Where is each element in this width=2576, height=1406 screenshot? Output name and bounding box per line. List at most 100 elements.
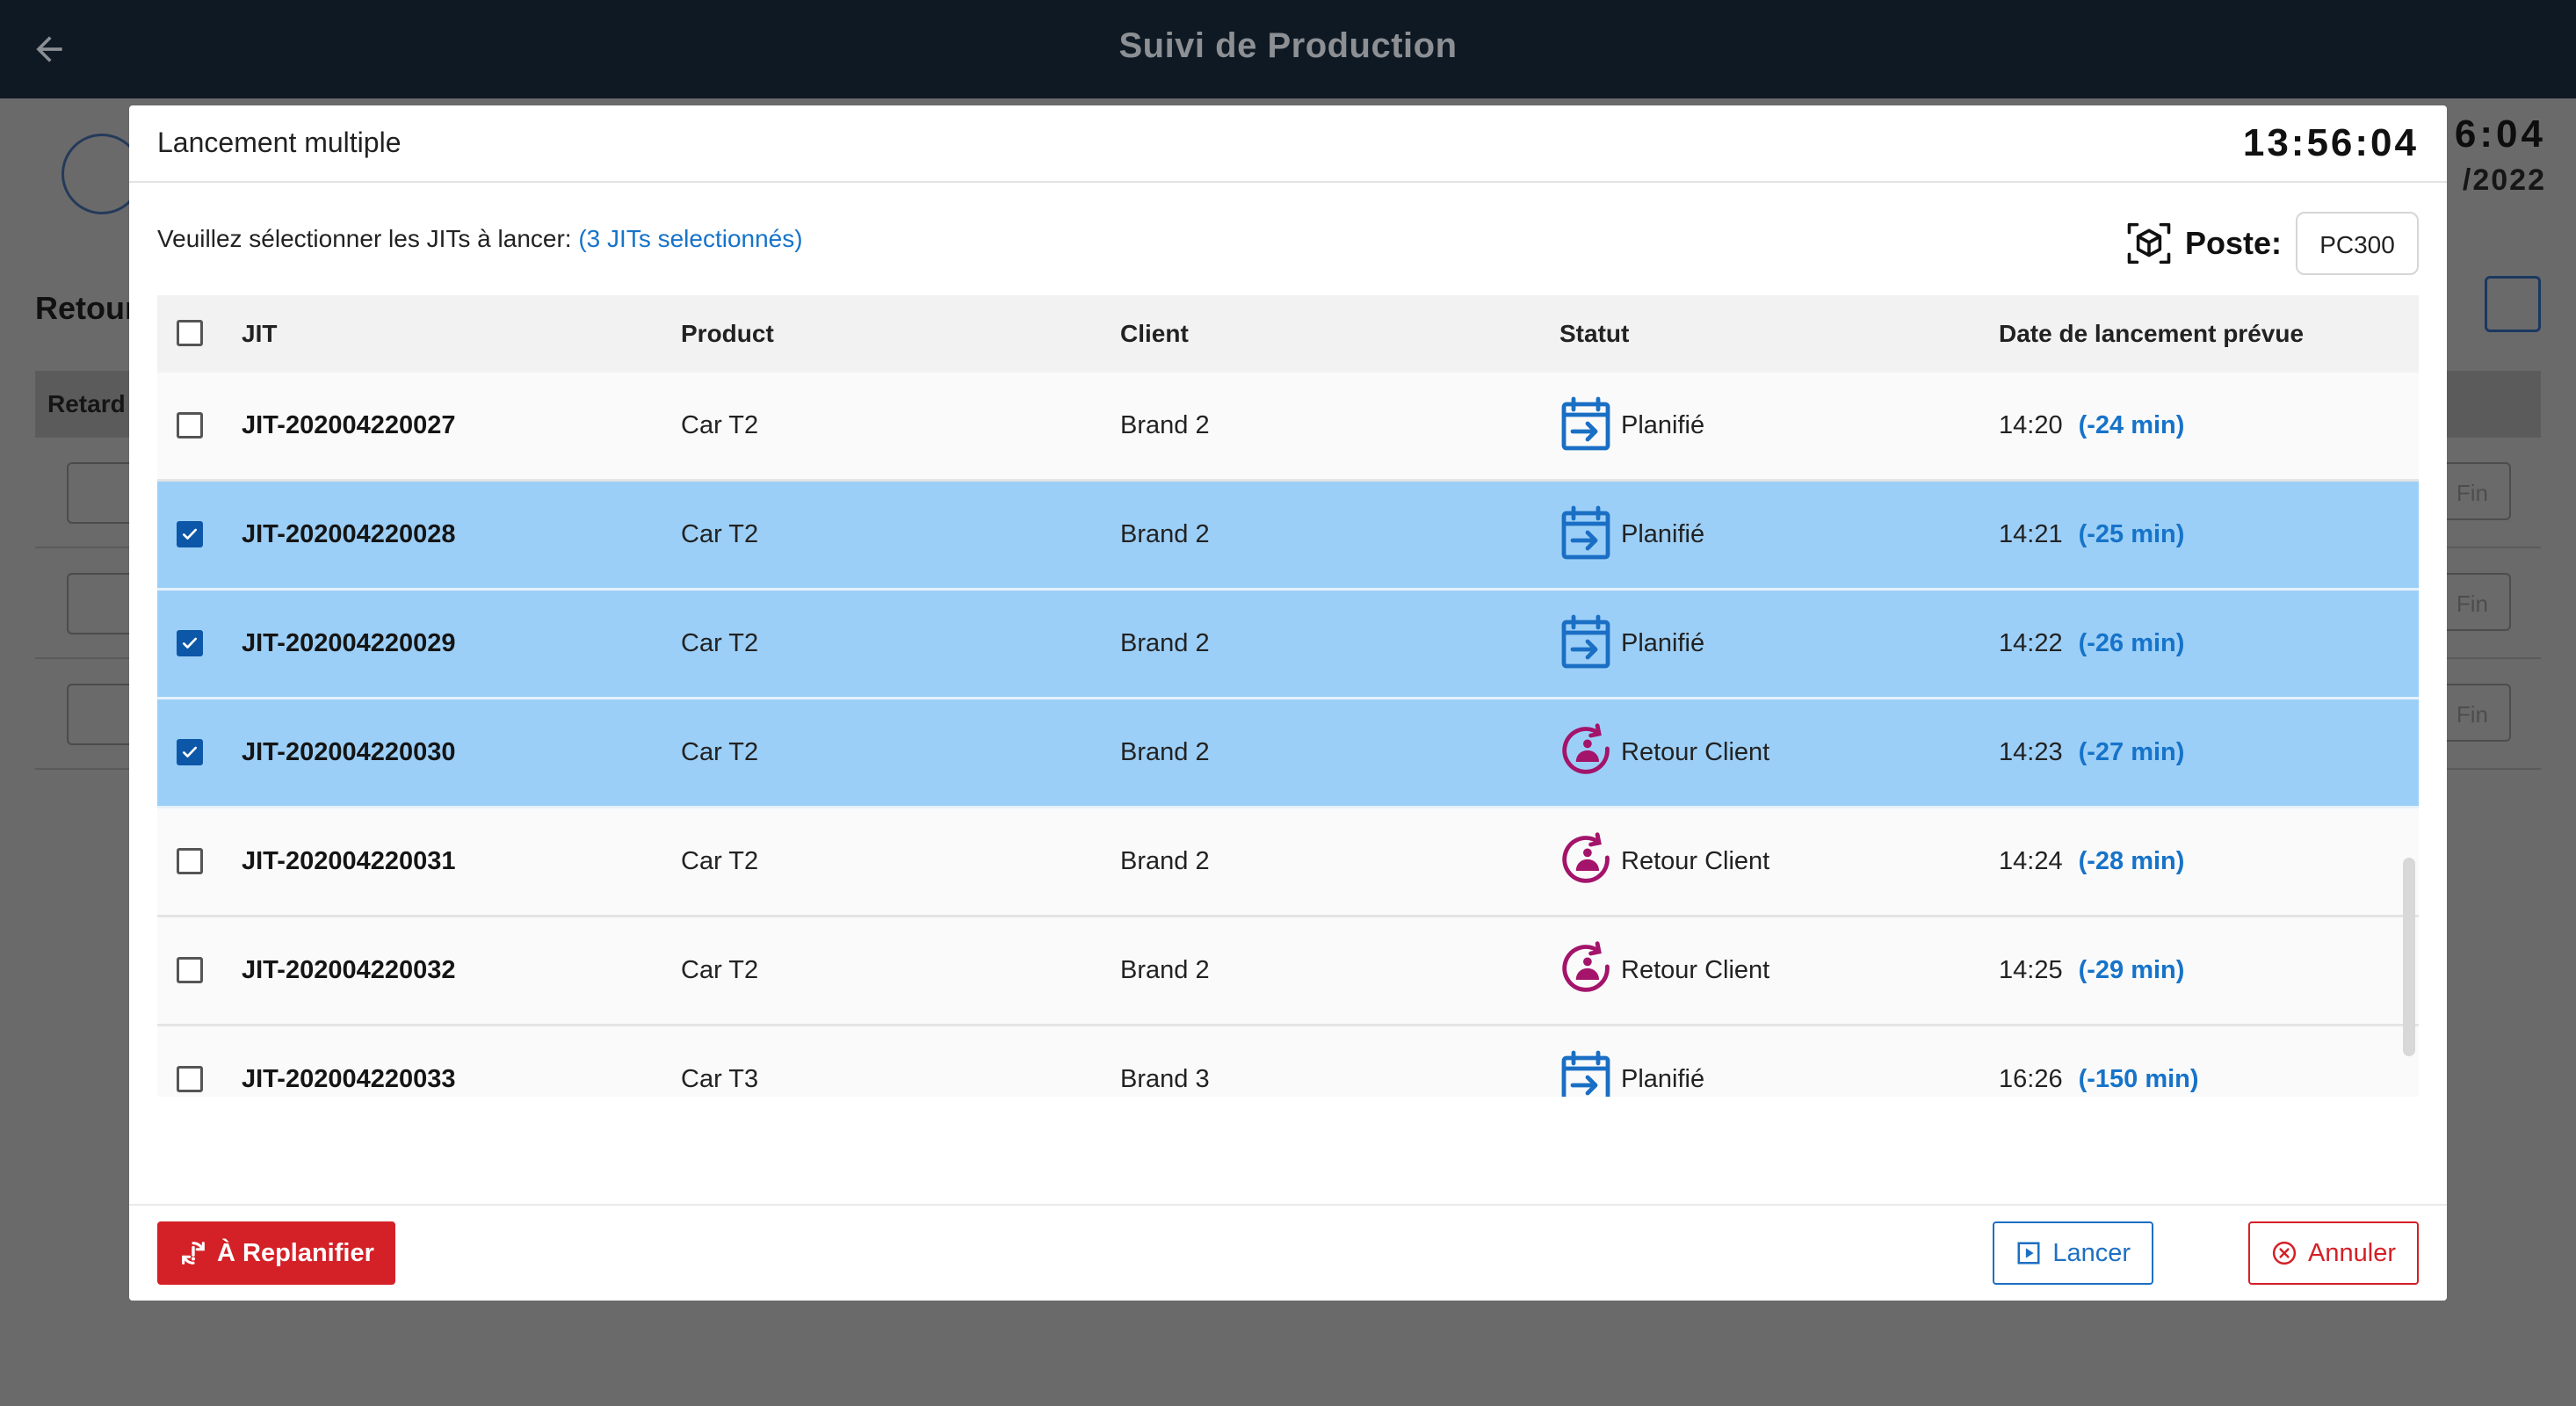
- poste-label: Poste:: [2184, 225, 2282, 261]
- status-label: Planifié: [1621, 629, 1705, 657]
- client-return-icon: [1559, 722, 1612, 777]
- row-checkbox[interactable]: [177, 630, 203, 656]
- column-header-launch-date[interactable]: Date de lancement prévue: [1999, 320, 2304, 348]
- row-checkbox[interactable]: [177, 1066, 203, 1092]
- background-column-label: Retard: [47, 390, 126, 417]
- client: Brand 3: [1120, 1065, 1210, 1093]
- launch-date: 16:26 (-150 min): [1999, 1065, 2199, 1094]
- calendar-arrow-icon: [1559, 504, 1612, 560]
- delay-badge: (-25 min): [2078, 520, 2185, 548]
- status-label: Planifié: [1621, 1065, 1705, 1093]
- launch-modal: Lancement multiple 13:56:04 Veuillez sél…: [129, 105, 2447, 1301]
- table-row[interactable]: JIT-202004220027 Car T2 Brand 2 Planifié 14:…: [157, 373, 2419, 482]
- modal-clock: 13:56:04: [2242, 121, 2419, 164]
- calendar-arrow-icon: [1559, 395, 1612, 451]
- product: Car T3: [681, 1065, 759, 1093]
- row-checkbox[interactable]: [177, 957, 203, 983]
- status-label: Planifié: [1621, 520, 1705, 548]
- workstation-cube-icon: [2127, 222, 2171, 265]
- table-header: JIT Product Client Statut Date de lancem…: [157, 295, 2419, 374]
- launch-date: 14:24 (-28 min): [1999, 847, 2184, 876]
- table-row[interactable]: JIT-202004220029 Car T2 Brand 2 Planifié 14:…: [157, 591, 2419, 699]
- launch-label: Lancer: [2052, 1238, 2131, 1267]
- launch-date: 14:21 (-25 min): [1999, 520, 2184, 549]
- launch-date: 14:25 (-29 min): [1999, 956, 2184, 985]
- client: Brand 2: [1120, 738, 1210, 766]
- table-row[interactable]: JIT-202004220033 Car T3 Brand 3 Planifié 16:…: [157, 1026, 2419, 1097]
- delay-badge: (-27 min): [2078, 738, 2185, 766]
- delay-badge: (-28 min): [2078, 847, 2185, 875]
- calendar-arrow-icon: [1559, 613, 1612, 669]
- modal-title: Lancement multiple: [157, 127, 402, 158]
- row-checkbox[interactable]: [177, 521, 203, 547]
- launch-time: 14:22: [1999, 629, 2063, 657]
- column-header-client[interactable]: Client: [1120, 320, 1189, 348]
- client: Brand 2: [1120, 520, 1210, 548]
- play-icon: [2017, 1242, 2040, 1265]
- product: Car T2: [681, 847, 759, 875]
- instructions-text: Veuillez sélectionner les JITs à lancer:: [157, 225, 572, 252]
- product: Car T2: [681, 520, 759, 548]
- replan-icon: [182, 1242, 205, 1265]
- cancel-button[interactable]: Annuler: [2248, 1221, 2419, 1285]
- product: Car T2: [681, 956, 759, 984]
- client-return-icon: [1559, 831, 1612, 886]
- column-header-jit[interactable]: JIT: [242, 320, 277, 348]
- replan-button[interactable]: À Replanifier: [157, 1221, 395, 1285]
- table-row[interactable]: JIT-202004220031 Car T2 Brand 2 Retour Clie…: [157, 808, 2419, 917]
- delay-badge: (-26 min): [2078, 629, 2185, 657]
- launch-button[interactable]: Lancer: [1993, 1221, 2153, 1285]
- launch-date: 14:23 (-27 min): [1999, 738, 2184, 767]
- poste-input[interactable]: PC300: [2296, 212, 2419, 275]
- status-label: Retour Client: [1621, 738, 1770, 766]
- row-checkbox[interactable]: [177, 739, 203, 765]
- selection-count: (3 JITs selectionnés): [578, 225, 803, 252]
- instructions: Veuillez sélectionner les JITs à lancer:…: [157, 225, 803, 253]
- launch-date: 14:20 (-24 min): [1999, 411, 2184, 440]
- app-title: Suivi de Production: [1118, 26, 1458, 65]
- table-row[interactable]: JIT-202004220028 Car T2 Brand 2 Planifié 14:…: [157, 482, 2419, 591]
- delay-badge: (-150 min): [2078, 1065, 2199, 1093]
- background-section-title: Retour: [35, 290, 137, 326]
- cancel-label: Annuler: [2308, 1238, 2396, 1267]
- status-label: Retour Client: [1621, 847, 1770, 875]
- launch-time: 14:23: [1999, 738, 2063, 766]
- jit-id: JIT-202004220029: [242, 629, 456, 657]
- client: Brand 2: [1120, 847, 1210, 875]
- modal-footer: À Replanifier Lancer Annuler: [129, 1204, 2447, 1301]
- column-header-product[interactable]: Product: [681, 320, 774, 348]
- launch-time: 14:24: [1999, 847, 2063, 875]
- jit-id: JIT-202004220032: [242, 956, 456, 984]
- jit-id: JIT-202004220027: [242, 411, 456, 439]
- product: Car T2: [681, 411, 759, 439]
- select-all-checkbox[interactable]: [177, 320, 203, 346]
- client: Brand 2: [1120, 629, 1210, 657]
- jit-id: JIT-202004220028: [242, 520, 456, 548]
- delay-badge: (-29 min): [2078, 956, 2185, 984]
- table-scrollbar[interactable]: [2403, 858, 2415, 1056]
- gear-icon[interactable]: [2485, 276, 2541, 332]
- jit-id: JIT-202004220033: [242, 1065, 456, 1093]
- jit-id: JIT-202004220030: [242, 738, 456, 766]
- modal-header: Lancement multiple 13:56:04: [129, 105, 2447, 183]
- row-checkbox[interactable]: [177, 848, 203, 874]
- status-label: Planifié: [1621, 411, 1705, 439]
- cancel-circle-icon: [2272, 1241, 2297, 1265]
- launch-time: 14:25: [1999, 956, 2063, 984]
- product: Car T2: [681, 738, 759, 766]
- launch-date: 14:22 (-26 min): [1999, 629, 2184, 658]
- calendar-arrow-icon: [1559, 1049, 1612, 1097]
- client: Brand 2: [1120, 956, 1210, 984]
- table-row[interactable]: JIT-202004220030 Car T2 Brand 2 Retour Clie…: [157, 699, 2419, 808]
- table-body: JIT-202004220027 Car T2 Brand 2 Planifié 14:…: [157, 373, 2419, 1097]
- poste-selector: Poste: PC300: [2125, 211, 2419, 276]
- product: Car T2: [681, 629, 759, 657]
- launch-time: 14:21: [1999, 520, 2063, 548]
- column-header-status[interactable]: Statut: [1559, 320, 1629, 348]
- background-clock: 6:04: [2454, 112, 2546, 156]
- row-checkbox[interactable]: [177, 412, 203, 438]
- table-row[interactable]: JIT-202004220032 Car T2 Brand 2 Retour Clie…: [157, 917, 2419, 1026]
- jit-id: JIT-202004220031: [242, 847, 456, 875]
- delay-badge: (-24 min): [2078, 411, 2185, 439]
- launch-time: 16:26: [1999, 1065, 2063, 1093]
